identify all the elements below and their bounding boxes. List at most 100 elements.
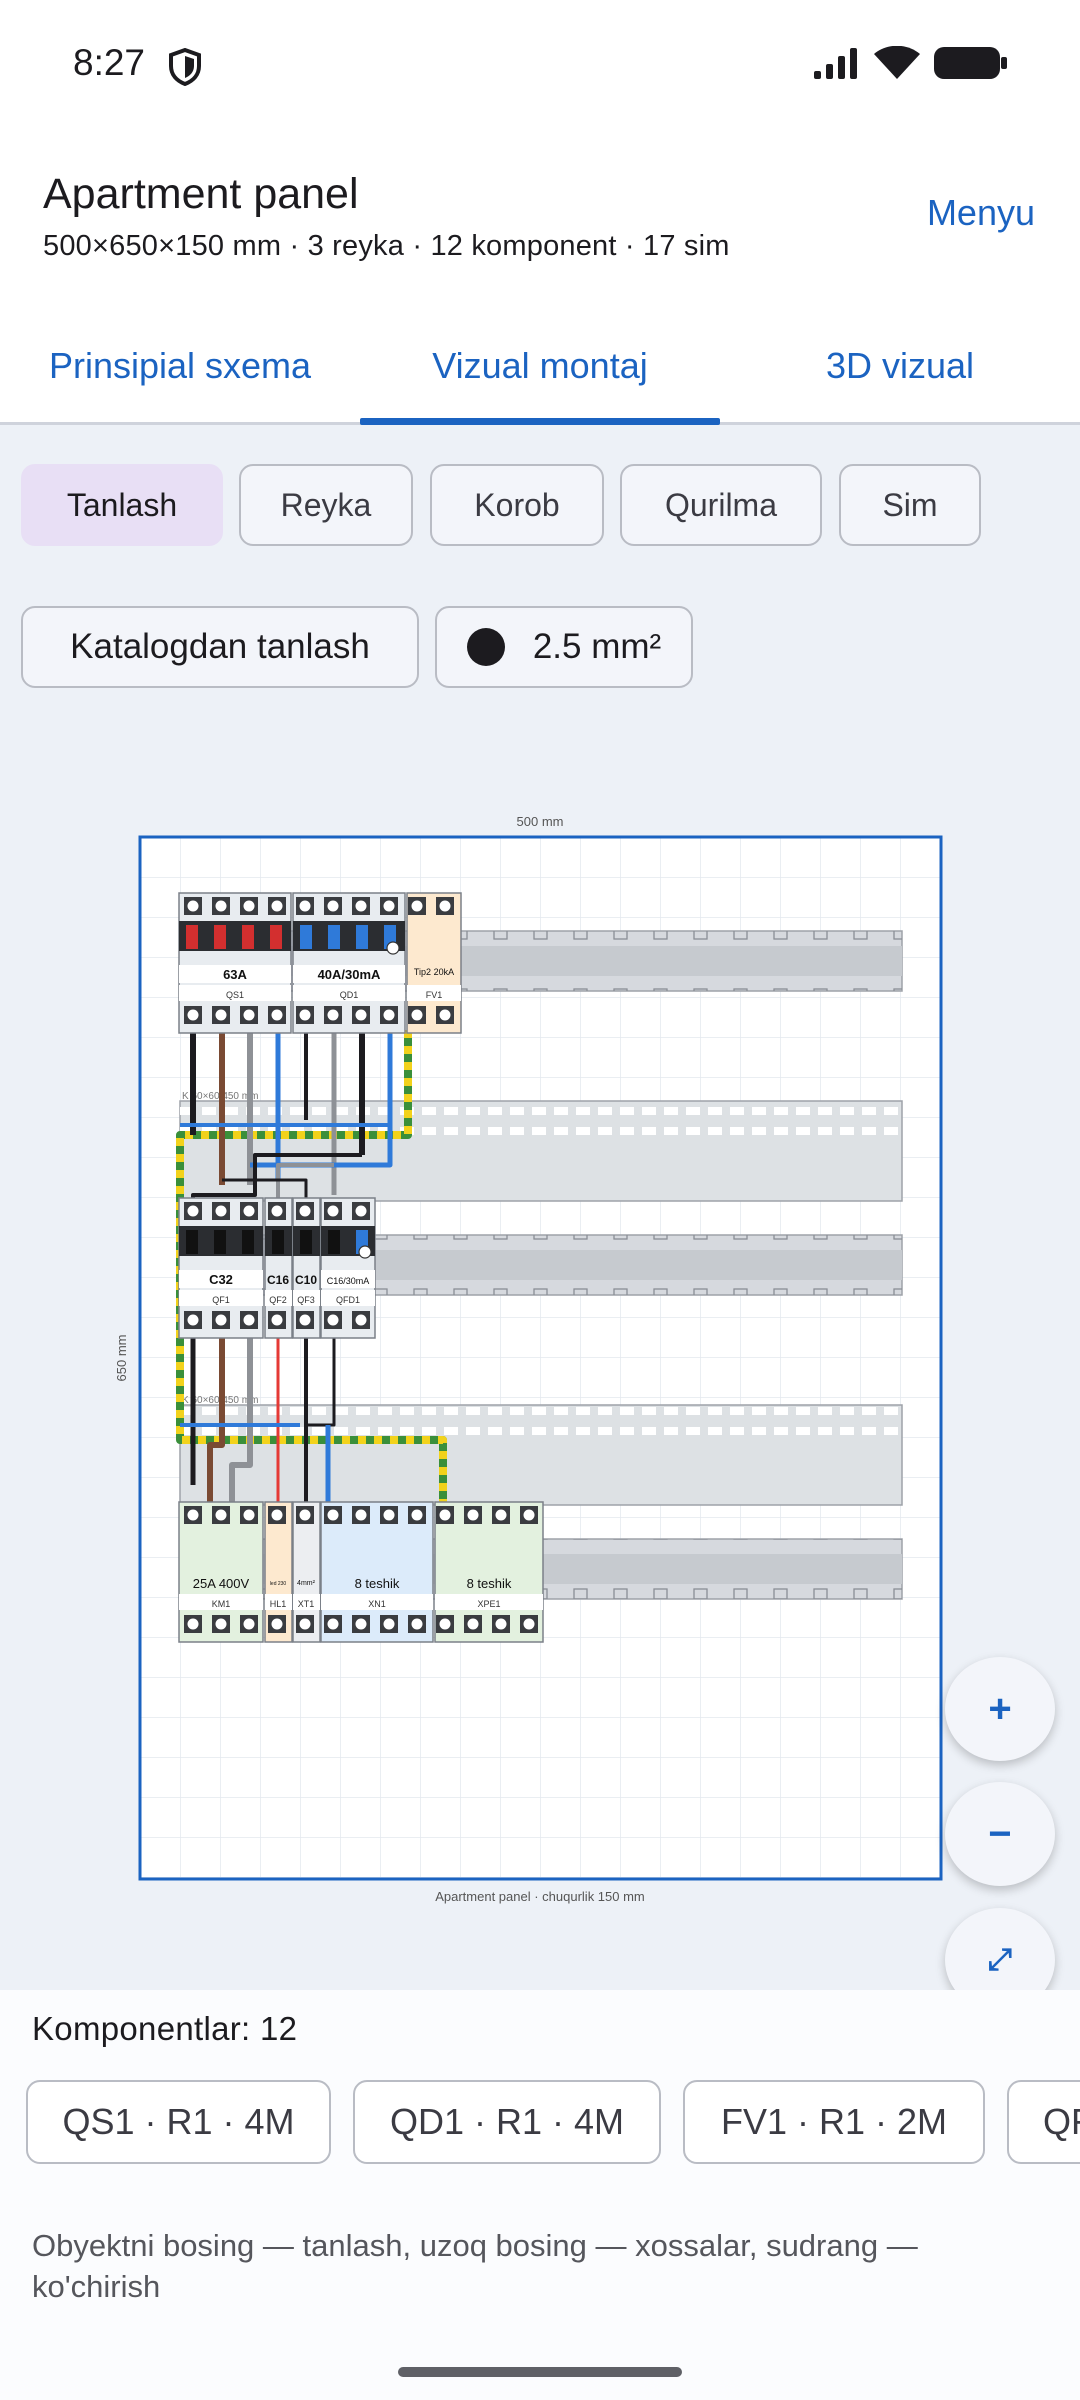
screw-head [383,900,395,912]
tool-duct[interactable]: Korob [430,464,604,546]
tool-device[interactable]: Qurilma [620,464,822,546]
screw-head [187,1009,199,1021]
gesture-hint: Obyektni bosing — tanlash, uzoq bosing —… [32,2228,918,2304]
tab-bar: Prinsipial sxema Vizual montaj 3D vizual [0,310,1080,425]
component-chip[interactable]: QD1 · R1 · 4M [353,2080,661,2164]
device-tag: XPE1 [477,1599,500,1609]
wire-section-selector[interactable]: 2.5 mm² [435,606,693,688]
zoom-out-button[interactable]: − [945,1782,1055,1886]
screw-head [187,1205,199,1217]
screw-head [327,900,339,912]
screw-head [383,1509,395,1521]
tab-visual-assembly[interactable]: Vizual montaj [360,310,720,422]
screw-head [355,1205,367,1217]
status-time: 8:27 [73,42,146,83]
status-bar: 8:27 [0,0,1080,130]
device-rating: C32 [209,1272,233,1287]
cable-duct-2[interactable]: K 60×60 450 mm [179,1395,903,1506]
signal-icon [814,48,857,79]
screw-head [355,1314,367,1326]
page-subtitle: 500×650×150 mm · 3 reyka · 12 komponent … [43,230,730,262]
screw-head [271,900,283,912]
screw-head [243,900,255,912]
tool-rail[interactable]: Reyka [239,464,413,546]
tool-select[interactable]: Tanlash [21,464,223,546]
screw-head [243,1205,255,1217]
cable-duct-1[interactable]: K 60×60 450 mm [179,1091,903,1202]
screw-head [299,1314,311,1326]
device-tag: XN1 [368,1599,386,1609]
screw-head [439,1509,451,1521]
screw-head [523,1509,535,1521]
panel-drawing[interactable]: 500 mm 650 mm Apartment panel · chuqurli… [0,725,1080,1990]
tab-principal-scheme[interactable]: Prinsipial sxema [0,310,360,422]
component-chip[interactable]: FV1 · R1 · 2M [683,2080,985,2164]
device-rating: 25A 400V [193,1576,250,1591]
screw-head [467,1509,479,1521]
device-tag: KM1 [212,1599,231,1609]
component-chip[interactable]: QS1 · R1 · 4M [26,2080,331,2164]
device-rating: led 230 [270,1581,287,1587]
wifi-icon [874,46,920,79]
screw-head [271,1509,283,1521]
screw-head [411,900,423,912]
catalog-button[interactable]: Katalogdan tanlash [21,606,419,688]
device-tag: QF2 [269,1295,287,1305]
device-tag: QFD1 [336,1295,360,1305]
screw-head [271,1009,283,1021]
device-rating: 40A/30mA [318,967,381,982]
shield-icon [169,48,201,86]
screw-head [243,1314,255,1326]
device-tag: QF3 [297,1295,315,1305]
device-rating: 8 teshik [355,1576,400,1591]
screw-head [327,1618,339,1630]
screw-head [383,1618,395,1630]
menu-button[interactable]: Menyu [927,192,1035,234]
screw-head [187,1314,199,1326]
components-panel: Komponentlar: 12 QS1 · R1 · 4M QD1 · R1 ·… [0,1990,1080,2335]
device-rating: C10 [295,1273,317,1287]
tool-panel: Tanlash Reyka Korob Qurilma Sim Katalogd… [0,425,1080,725]
device-rating: C16/30mA [327,1276,370,1286]
screw-head [411,1509,423,1521]
screw-head [411,1618,423,1630]
app-header: Apartment panel 500×650×150 mm · 3 reyka… [0,150,1080,280]
screw-head [243,1618,255,1630]
screw-head [271,1618,283,1630]
wire-section-label: 2.5 mm² [532,627,662,666]
device-tag: QF1 [212,1295,230,1305]
screw-head [215,1205,227,1217]
device-tag: HL1 [270,1599,287,1609]
screw-head [439,1009,451,1021]
tab-3d-visual[interactable]: 3D vizual [720,310,1080,422]
zoom-in-button[interactable]: + [945,1657,1055,1761]
screw-head [327,1314,339,1326]
device-rating: C16 [267,1273,289,1287]
device-rating: 63A [223,967,247,982]
tab-indicator [360,418,720,425]
component-chip[interactable]: QF1 · R2 · 2M [1007,2080,1080,2164]
screw-head [215,1509,227,1521]
screw-head [495,1509,507,1521]
screw-head [467,1618,479,1630]
components-count: Komponentlar: 12 [32,2010,298,2047]
screw-head [439,900,451,912]
home-indicator[interactable] [398,2367,682,2377]
screw-head [495,1618,507,1630]
screw-head [215,1618,227,1630]
screw-head [215,1009,227,1021]
screw-head [215,900,227,912]
tool-wire[interactable]: Sim [839,464,981,546]
device-tag: QS1 [226,990,244,1000]
device-tag: FV1 [426,990,443,1000]
screw-head [187,900,199,912]
assembly-canvas[interactable]: 500 mm 650 mm Apartment panel · chuqurli… [0,725,1080,2012]
screw-head [187,1509,199,1521]
components-list[interactable]: QS1 · R1 · 4M QD1 · R1 · 4M FV1 · R1 · 2M Q… [26,2080,1080,2170]
page-title: Apartment panel [43,170,359,218]
screw-head [299,1509,311,1521]
screw-head [327,1509,339,1521]
screw-head [299,900,311,912]
panel-caption: Apartment panel · chuqurlik 150 mm [435,1889,645,1904]
screw-head [299,1009,311,1021]
